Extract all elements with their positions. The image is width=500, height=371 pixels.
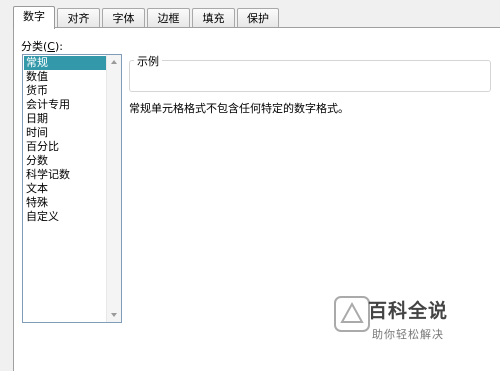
- scroll-up-arrow-icon[interactable]: [111, 60, 117, 64]
- tab-alignment[interactable]: 对齐: [57, 8, 100, 28]
- category-item-custom[interactable]: 自定义: [24, 210, 108, 224]
- category-label-suffix: ):: [54, 40, 63, 53]
- category-item-time[interactable]: 时间: [24, 126, 108, 140]
- category-item-date[interactable]: 日期: [24, 112, 108, 126]
- tab-number[interactable]: 数字: [13, 6, 55, 29]
- category-item-fraction[interactable]: 分数: [24, 154, 108, 168]
- category-label-hotkey: C: [47, 40, 55, 53]
- scroll-down-arrow-icon[interactable]: [111, 313, 117, 317]
- watermark-subtitle: 助你轻松解决: [372, 328, 444, 341]
- tab-border[interactable]: 边框: [147, 8, 190, 28]
- watermark-logo: 百科全说 助你轻松解决: [332, 288, 472, 348]
- category-scrollbar[interactable]: [106, 55, 121, 322]
- format-tabs: 数字 对齐 字体 边框 填充 保护: [13, 6, 500, 29]
- watermark-badge-icon: [334, 296, 370, 332]
- category-item-scientific[interactable]: 科学记数: [24, 168, 108, 182]
- category-item-text[interactable]: 文本: [24, 182, 108, 196]
- category-list: 常规 数值 货币 会计专用 日期 时间 百分比 分数 科学记数 文本 特殊 自定…: [24, 56, 108, 224]
- category-label-prefix: 分类(: [21, 40, 48, 53]
- category-listbox[interactable]: 常规 数值 货币 会计专用 日期 时间 百分比 分数 科学记数 文本 特殊 自定…: [22, 54, 122, 323]
- category-item-special[interactable]: 特殊: [24, 196, 108, 210]
- category-label: 分类(C):: [21, 38, 63, 54]
- sample-box: [129, 60, 491, 92]
- category-item-number[interactable]: 数值: [24, 70, 108, 84]
- tab-fill[interactable]: 填充: [192, 8, 235, 28]
- tab-font[interactable]: 字体: [102, 8, 145, 28]
- watermark-title: 百科全说: [368, 300, 449, 322]
- category-item-percentage[interactable]: 百分比: [24, 140, 108, 154]
- format-description: 常规单元格格式不包含任何特定的数字格式。: [129, 102, 349, 115]
- category-item-general[interactable]: 常规: [24, 56, 108, 70]
- category-item-accounting[interactable]: 会计专用: [24, 98, 108, 112]
- sample-label: 示例: [134, 53, 162, 69]
- tab-protection[interactable]: 保护: [237, 8, 279, 28]
- category-item-currency[interactable]: 货币: [24, 84, 108, 98]
